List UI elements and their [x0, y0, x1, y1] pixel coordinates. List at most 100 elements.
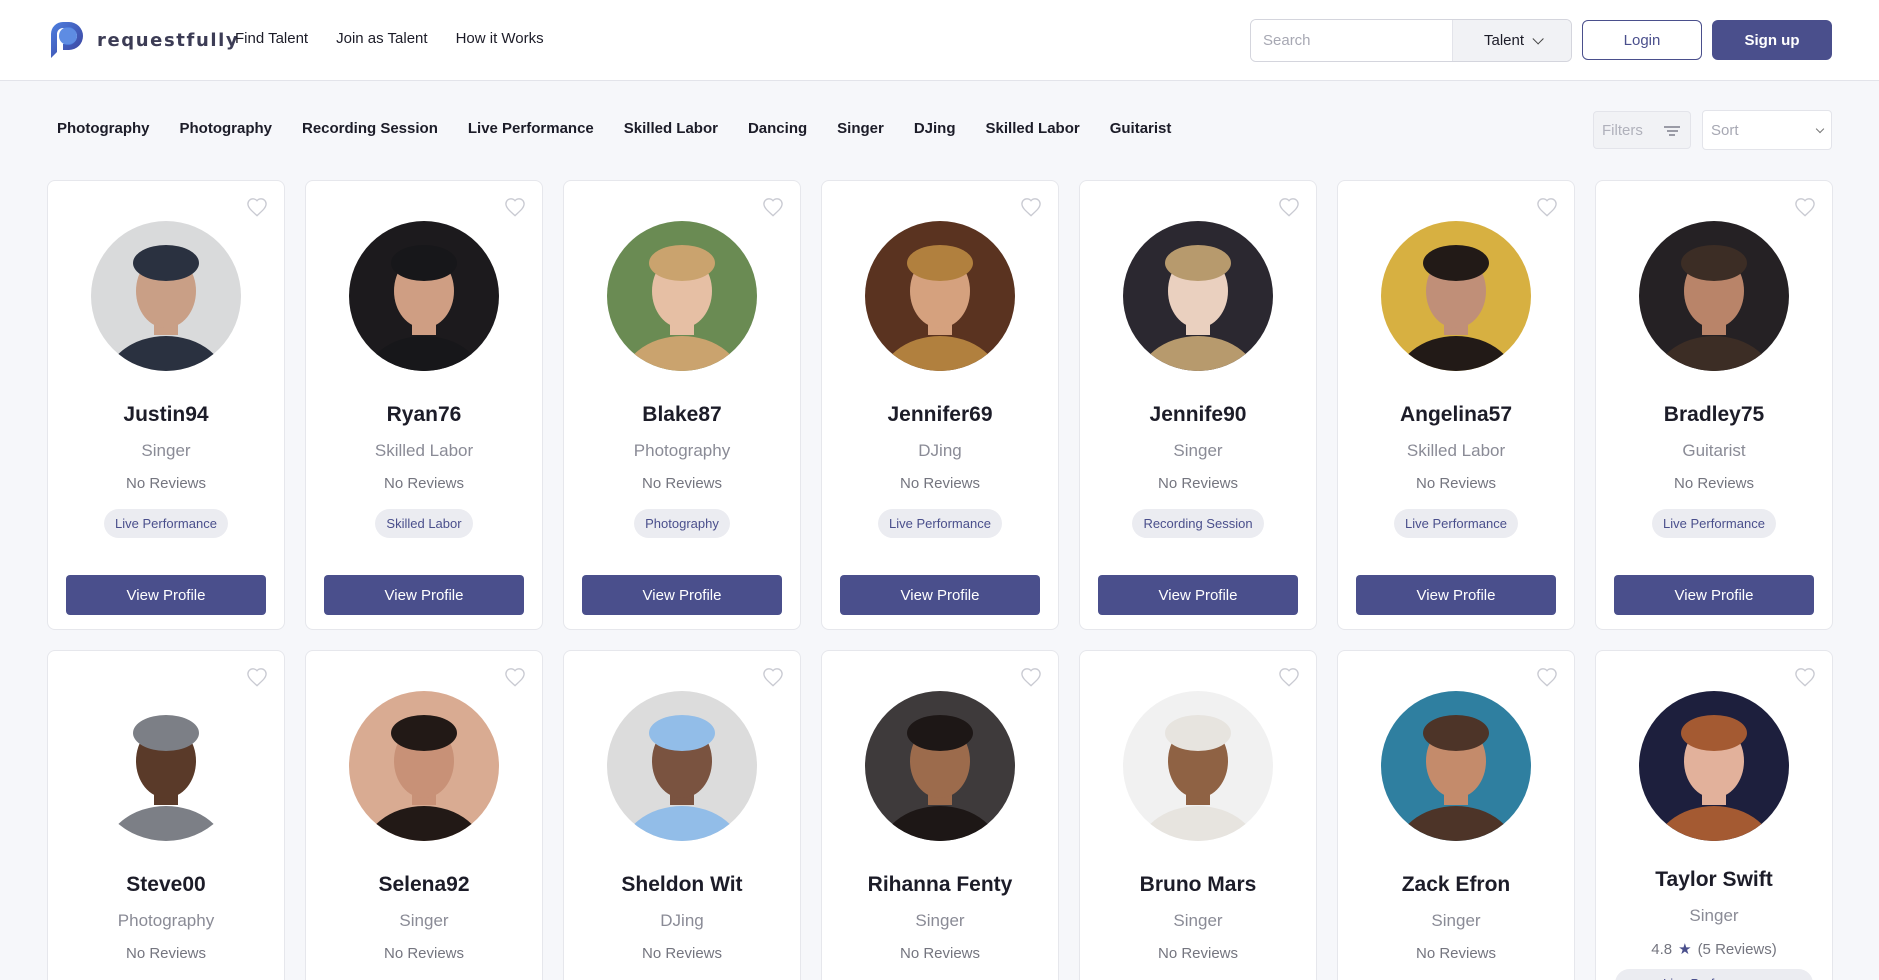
category-item[interactable]: DJing: [914, 120, 956, 137]
view-profile-button[interactable]: View Profile: [1356, 575, 1556, 615]
talent-tag[interactable]: Live Performance: [1394, 509, 1518, 538]
talent-card: Jennife90 Singer No Reviews Recording Sessi…: [1079, 180, 1317, 630]
view-profile-button[interactable]: View Profile: [1614, 575, 1814, 615]
heart-icon[interactable]: [246, 197, 268, 217]
view-profile-button[interactable]: View Profile: [324, 575, 524, 615]
talent-tag[interactable]: Skilled Labor: [375, 509, 473, 538]
talent-reviews: No Reviews: [125, 945, 207, 962]
category-item[interactable]: Dancing: [748, 120, 807, 137]
avatar: [1639, 221, 1789, 371]
talent-card: Sheldon Wit DJing No Reviews: [563, 650, 801, 980]
talent-name: Bruno Mars: [1139, 873, 1257, 896]
talent-role: Photography: [117, 911, 215, 930]
talent-role: Singer: [1173, 911, 1223, 930]
talent-reviews: No Reviews: [1673, 475, 1755, 492]
nav-how-it-works[interactable]: How it Works: [456, 30, 544, 47]
search-category-select[interactable]: Talent: [1452, 20, 1571, 61]
review-count: (5 Reviews): [1697, 941, 1777, 958]
talent-tag[interactable]: Live Performance: [878, 509, 1002, 538]
heart-icon[interactable]: [504, 197, 526, 217]
category-item[interactable]: Skilled Labor: [986, 120, 1080, 137]
heart-icon[interactable]: [1278, 197, 1300, 217]
filters-label: Filters: [1602, 121, 1643, 139]
avatar: [1381, 691, 1531, 841]
talent-name: Blake87: [642, 403, 722, 426]
talent-reviews: No Reviews: [383, 945, 465, 962]
sort-placeholder: Sort: [1711, 121, 1739, 139]
category-item[interactable]: Live Performance: [468, 120, 594, 137]
talent-tag[interactable]: Live Performance: [104, 509, 228, 538]
talent-tag[interactable]: Recording Session: [1132, 509, 1264, 538]
talent-card: Blake87 Photography No Reviews Photography V…: [563, 180, 801, 630]
heart-icon[interactable]: [1536, 197, 1558, 217]
category-item[interactable]: Recording Session: [302, 120, 438, 137]
tag-wrap: Live Performance: [48, 509, 284, 538]
talent-card: Ryan76 Skilled Labor No Reviews Skilled Lab…: [305, 180, 543, 630]
heart-icon[interactable]: [1278, 667, 1300, 687]
category-item[interactable]: Photography: [180, 120, 273, 137]
category-item[interactable]: Guitarist: [1110, 120, 1172, 137]
search-input[interactable]: [1251, 20, 1452, 61]
talent-name: Jennifer69: [887, 403, 993, 426]
talent-name: Steve00: [126, 873, 206, 896]
category-item[interactable]: Photography: [57, 120, 150, 137]
filter-icon: [1664, 126, 1680, 136]
login-button[interactable]: Login: [1582, 20, 1702, 60]
category-item[interactable]: Skilled Labor: [624, 120, 718, 137]
logo-icon: [47, 20, 87, 60]
talent-tag[interactable]: Live Performance: [1652, 509, 1776, 538]
talent-card: Zack Efron Singer No Reviews: [1337, 650, 1575, 980]
view-profile-button[interactable]: View Profile: [1098, 575, 1298, 615]
avatar: [1381, 221, 1531, 371]
avatar: [607, 221, 757, 371]
talent-card: Steve00 Photography No Reviews: [47, 650, 285, 980]
chevron-down-icon: [1532, 32, 1544, 45]
heart-icon[interactable]: [1536, 667, 1558, 687]
talent-role: Singer: [399, 911, 449, 930]
signup-button[interactable]: Sign up: [1712, 20, 1832, 60]
talent-tag[interactable]: Live Performance: [1615, 969, 1813, 980]
view-profile-button[interactable]: View Profile: [66, 575, 266, 615]
heart-icon[interactable]: [1794, 197, 1816, 217]
logo[interactable]: requestfully: [47, 20, 239, 60]
heart-icon[interactable]: [1794, 667, 1816, 687]
talent-reviews: No Reviews: [1157, 945, 1239, 962]
heart-icon[interactable]: [1020, 667, 1042, 687]
search-bar: Talent: [1250, 19, 1572, 62]
avatar: [349, 221, 499, 371]
view-profile-button[interactable]: View Profile: [840, 575, 1040, 615]
talent-role: Singer: [141, 441, 191, 460]
talent-reviews: No Reviews: [899, 475, 981, 492]
avatar: [91, 221, 241, 371]
avatar: [91, 691, 241, 841]
top-header: requestfully Find Talent Join as Talent …: [0, 0, 1879, 81]
view-profile-button[interactable]: View Profile: [582, 575, 782, 615]
rating-value: 4.8: [1651, 941, 1673, 958]
avatar: [1123, 221, 1273, 371]
tag-wrap: Live Performance: [1596, 509, 1832, 538]
talent-reviews: No Reviews: [1415, 945, 1497, 962]
heart-icon[interactable]: [246, 667, 268, 687]
nav-join-as-talent[interactable]: Join as Talent: [336, 30, 427, 47]
talent-name: Selena92: [378, 873, 470, 896]
heart-icon[interactable]: [1020, 197, 1042, 217]
avatar: [607, 691, 757, 841]
talent-name: Jennife90: [1149, 403, 1247, 426]
filters-button[interactable]: Filters: [1593, 111, 1691, 149]
avatar: [865, 691, 1015, 841]
tag-wrap: Recording Session: [1080, 509, 1316, 538]
talent-reviews: No Reviews: [1415, 475, 1497, 492]
sort-select[interactable]: Sort: [1702, 110, 1832, 150]
category-item[interactable]: Singer: [837, 120, 884, 137]
talent-reviews: No Reviews: [899, 945, 981, 962]
talent-reviews: No Reviews: [383, 475, 465, 492]
chevron-down-icon: [1815, 124, 1825, 134]
heart-icon[interactable]: [762, 197, 784, 217]
talent-tag[interactable]: Photography: [634, 509, 730, 538]
heart-icon[interactable]: [762, 667, 784, 687]
nav-find-talent[interactable]: Find Talent: [235, 30, 308, 47]
star-icon: ★: [1678, 941, 1692, 958]
heart-icon[interactable]: [504, 667, 526, 687]
talent-role: Photography: [633, 441, 731, 460]
talent-name: Zack Efron: [1401, 873, 1511, 896]
